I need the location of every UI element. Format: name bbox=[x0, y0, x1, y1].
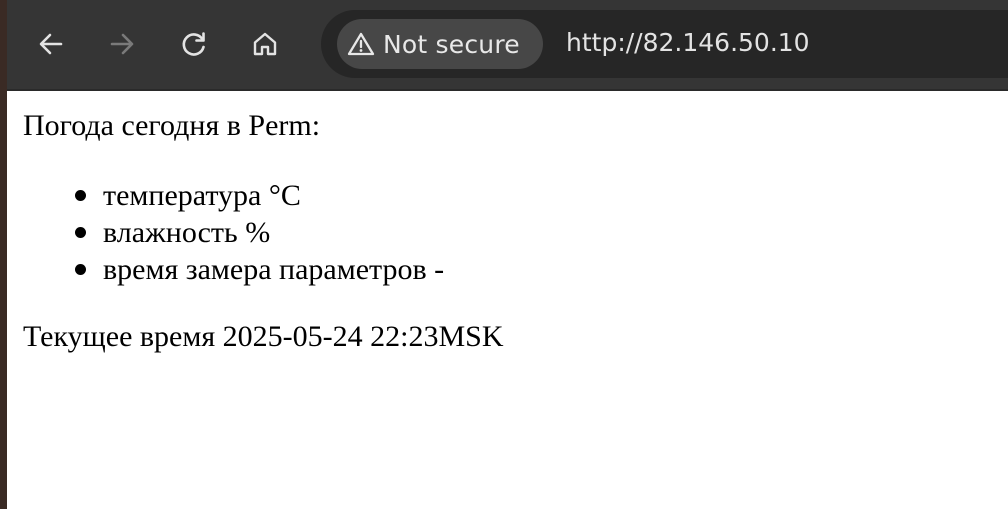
url-text[interactable]: http://82.146.50.10 bbox=[566, 28, 810, 57]
arrow-left-icon bbox=[39, 33, 63, 55]
browser-toolbar: Not secure http://82.146.50.10 bbox=[7, 0, 1008, 91]
back-button[interactable] bbox=[29, 22, 73, 66]
weather-parameter-list: температура °C влажность % время замера … bbox=[23, 177, 444, 288]
browser-window: Not secure http://82.146.50.10 Погода се… bbox=[0, 0, 1008, 509]
list-item: влажность % bbox=[75, 214, 444, 251]
list-item-label: время замера параметров - bbox=[103, 253, 445, 286]
page-heading: Погода сегодня в Perm: bbox=[23, 109, 321, 142]
security-indicator[interactable]: Not secure bbox=[337, 19, 543, 69]
reload-button[interactable] bbox=[172, 22, 216, 66]
reload-icon bbox=[182, 32, 205, 56]
bullet-icon bbox=[75, 264, 86, 275]
arrow-right-icon bbox=[110, 33, 134, 55]
warning-triangle-icon bbox=[346, 29, 376, 59]
home-button[interactable] bbox=[243, 22, 287, 66]
security-label: Not secure bbox=[383, 29, 520, 59]
forward-button[interactable] bbox=[100, 22, 144, 66]
desktop-edge bbox=[0, 0, 7, 509]
list-item-label: влажность % bbox=[103, 216, 271, 249]
home-icon bbox=[253, 32, 277, 56]
address-bar[interactable]: Not secure http://82.146.50.10 bbox=[321, 10, 1008, 78]
bullet-icon bbox=[75, 227, 86, 238]
current-time: Текущее время 2025-05-24 22:23MSK bbox=[23, 320, 504, 353]
bullet-icon bbox=[75, 190, 86, 201]
list-item-label: температура °C bbox=[103, 179, 301, 212]
page-content: Погода сегодня в Perm: температура °C вл… bbox=[7, 91, 1008, 509]
list-item: температура °C bbox=[75, 177, 444, 214]
list-item: время замера параметров - bbox=[75, 251, 445, 288]
